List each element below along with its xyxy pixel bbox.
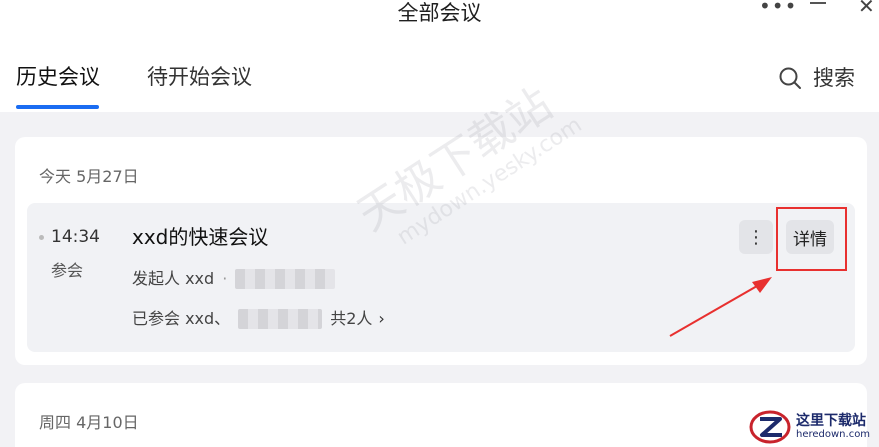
minimize-icon[interactable] (810, 2, 826, 4)
top-bar: 全部会议 ••• ✕ 历史会议 待开始会议 搜索 (0, 0, 879, 112)
host-label: 发起人 xxd (132, 269, 215, 288)
meeting-more-button[interactable]: ⋮ (739, 220, 773, 254)
meeting-group-today: 今天 5月27日 14:34 参会 xxd的快速会议 发起人 xxd · 已参会… (15, 137, 867, 365)
site-logo: 这里下载站 heredown.com (748, 406, 879, 447)
more-options-icon[interactable]: ••• (759, 0, 797, 16)
redacted-host-info (235, 269, 336, 289)
participants-label: 已参会 xxd、 (132, 309, 231, 328)
tab-upcoming-meetings[interactable]: 待开始会议 (147, 64, 252, 90)
meeting-participants[interactable]: 已参会 xxd、 共2人 › (132, 309, 385, 329)
site-logo-icon (749, 410, 791, 443)
day-label: 今天 5月27日 (39, 167, 139, 186)
meeting-item[interactable]: 14:34 参会 xxd的快速会议 发起人 xxd · 已参会 xxd、 共2人… (27, 203, 855, 352)
meeting-group-thursday: 周四 4月10日 (15, 383, 867, 447)
status-dot (39, 235, 44, 240)
meeting-host: 发起人 xxd · (132, 269, 336, 289)
active-tab-indicator (16, 105, 99, 109)
search-label: 搜索 (813, 66, 855, 90)
logo-text-en: heredown.com (796, 428, 871, 440)
host-separator: · (222, 269, 228, 288)
window-title: 全部会议 (397, 1, 482, 25)
meeting-title: xxd的快速会议 (132, 225, 269, 249)
redacted-participant (238, 309, 323, 329)
meeting-status: 参会 (51, 261, 84, 280)
search-icon (779, 67, 801, 89)
day-label: 周四 4月10日 (39, 413, 139, 432)
search-button[interactable]: 搜索 (778, 64, 855, 92)
participants-count: 共2人 (330, 309, 373, 328)
chevron-right-icon: › (378, 309, 385, 328)
meeting-time: 14:34 (51, 227, 100, 247)
highlight-box (776, 207, 847, 271)
logo-text-cn: 这里下载站 (796, 412, 866, 429)
close-icon[interactable]: ✕ (858, 0, 875, 16)
tab-history-meetings[interactable]: 历史会议 (16, 64, 100, 90)
